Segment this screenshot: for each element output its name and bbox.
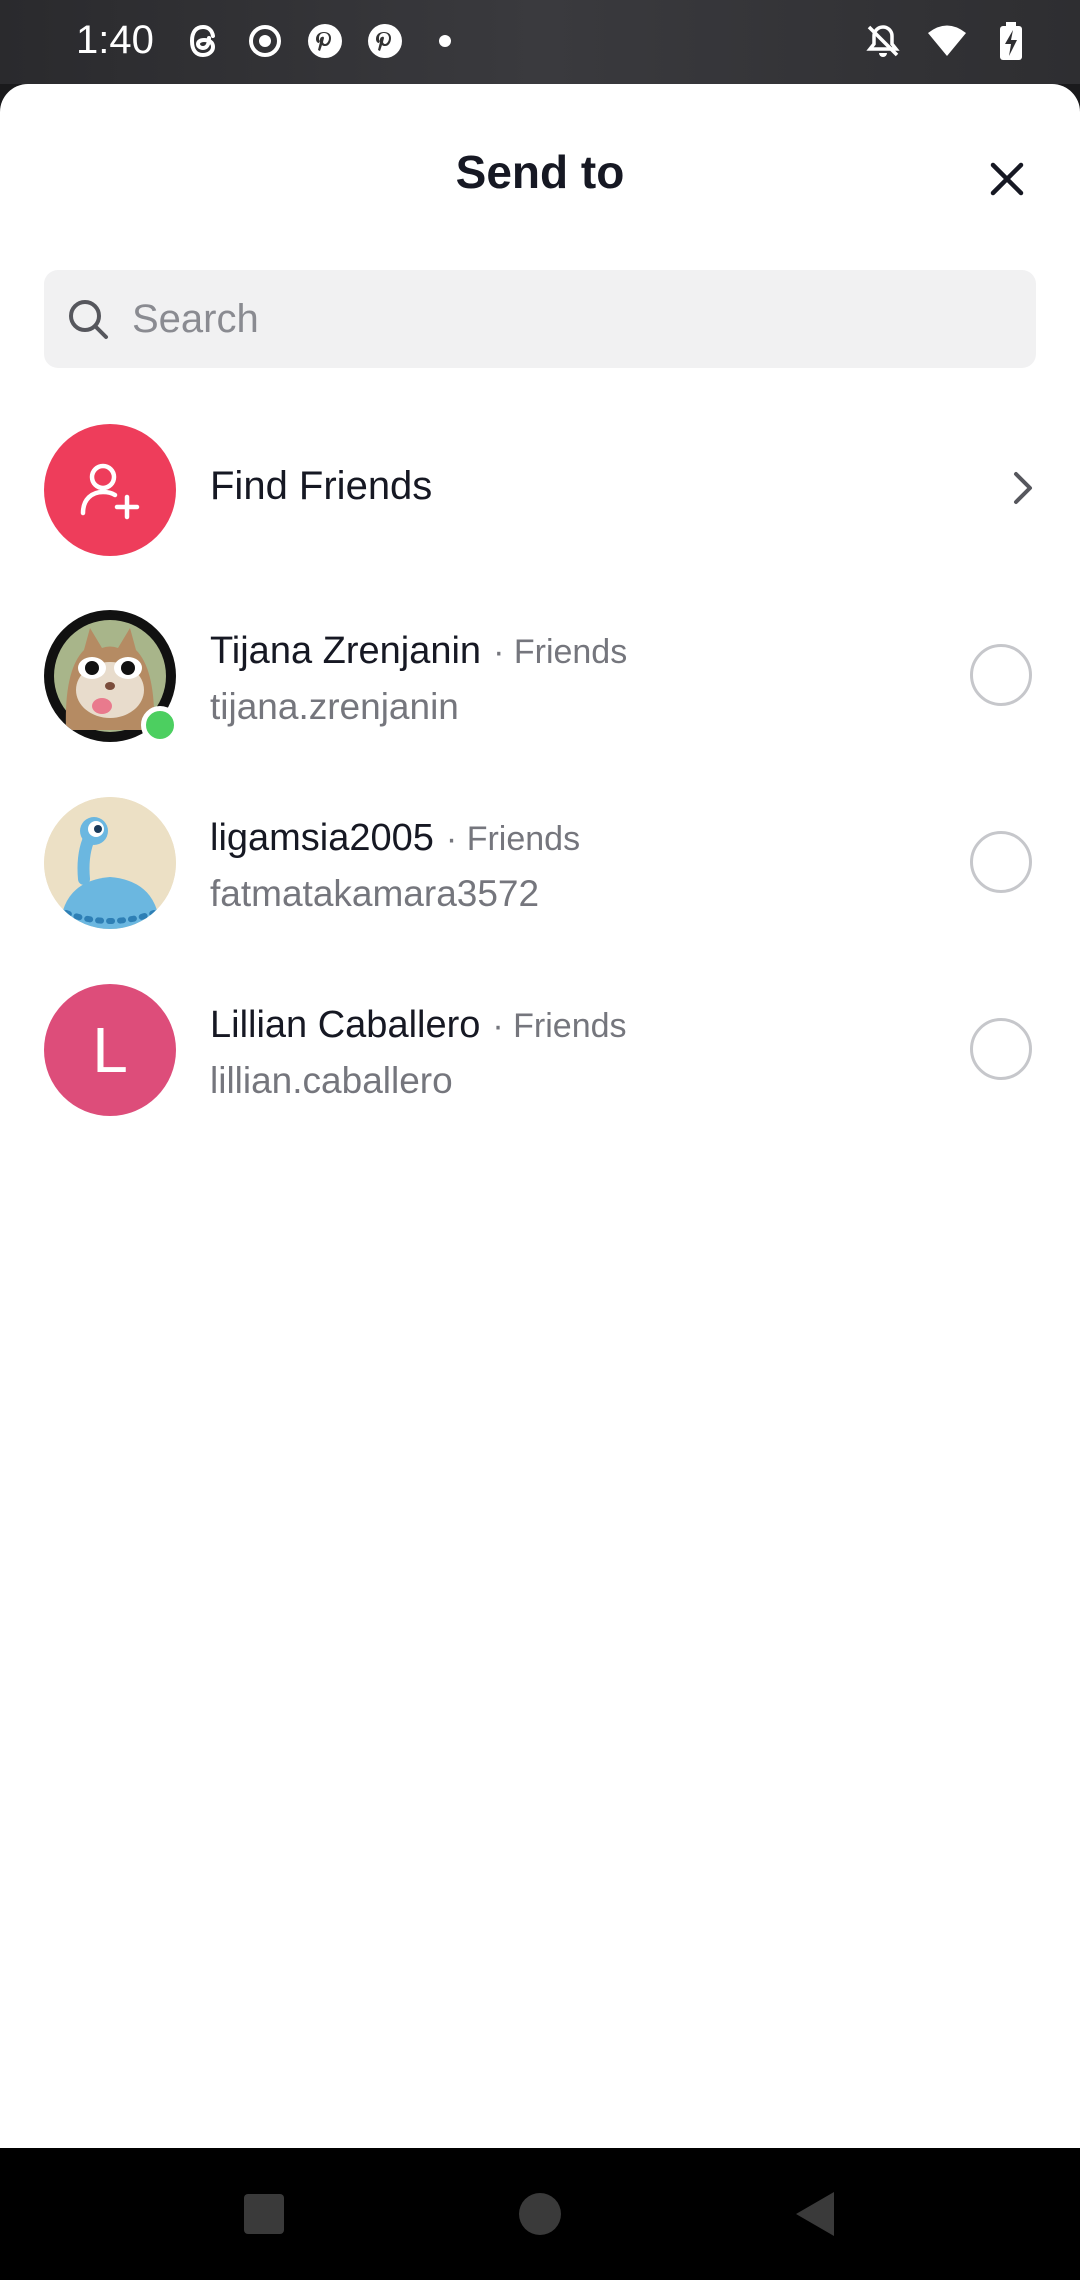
close-button[interactable] <box>978 150 1036 208</box>
contact-row[interactable]: ligamsia2005 · Friends fatmatakamara3572 <box>0 783 1080 943</box>
find-friends-avatar <box>44 424 176 556</box>
contact-username: fatmatakamara3572 <box>210 873 540 914</box>
contact-row[interactable]: Tijana Zrenjanin · Friends tijana.zrenja… <box>0 596 1080 756</box>
online-indicator <box>141 706 179 744</box>
back-triangle-icon <box>796 2192 834 2236</box>
status-time: 1:40 <box>76 18 154 62</box>
status-bar: 1:40 <box>0 0 1080 84</box>
back-button[interactable] <box>788 2186 844 2242</box>
contact-username: tijana.zrenjanin <box>210 686 459 727</box>
notification-icons <box>184 20 466 62</box>
contact-name: ligamsia2005 <box>210 817 434 859</box>
wifi-icon <box>926 20 968 62</box>
avatar: L <box>44 984 176 1116</box>
relation-label: · Friends <box>492 1007 627 1045</box>
record-icon <box>244 20 286 62</box>
sheet-title: Send to <box>455 146 625 198</box>
search-icon <box>69 300 108 339</box>
find-friends-label: Find Friends <box>210 464 433 508</box>
contact-username: lillian.caballero <box>210 1060 453 1101</box>
contact-name: Tijana Zrenjanin <box>210 630 482 672</box>
dot-icon <box>424 20 466 62</box>
select-radio[interactable] <box>970 831 1032 893</box>
select-radio[interactable] <box>970 1018 1032 1080</box>
avatar <box>44 797 176 929</box>
monster-avatar-image <box>44 797 176 929</box>
chevron-right-icon <box>1014 472 1032 504</box>
find-friends-row[interactable]: Find Friends <box>0 410 1080 570</box>
pinterest-icon <box>304 20 346 62</box>
search-input[interactable] <box>130 295 1014 343</box>
close-icon <box>990 162 1024 196</box>
bell-off-icon <box>862 20 904 62</box>
select-radio[interactable] <box>970 644 1032 706</box>
relation-label: · Friends <box>445 820 581 858</box>
navigation-bar <box>0 2148 1080 2280</box>
add-user-icon <box>80 463 140 520</box>
contact-row[interactable]: L Lillian Caballero · Friends lillian.ca… <box>0 970 1080 1130</box>
pinterest-icon <box>364 20 406 62</box>
send-to-sheet: Send to Find Friends <box>0 84 1080 2148</box>
system-icons <box>862 20 1032 62</box>
contact-name: Lillian Caballero <box>210 1004 481 1046</box>
recents-square-icon <box>244 2194 284 2234</box>
relation-label: · Friends <box>493 633 628 671</box>
home-button[interactable] <box>512 2186 568 2242</box>
home-circle-icon <box>519 2193 561 2235</box>
search-bar[interactable] <box>44 270 1036 368</box>
battery-charging-icon <box>990 20 1032 62</box>
threads-icon <box>184 20 226 62</box>
recents-button[interactable] <box>236 2186 292 2242</box>
